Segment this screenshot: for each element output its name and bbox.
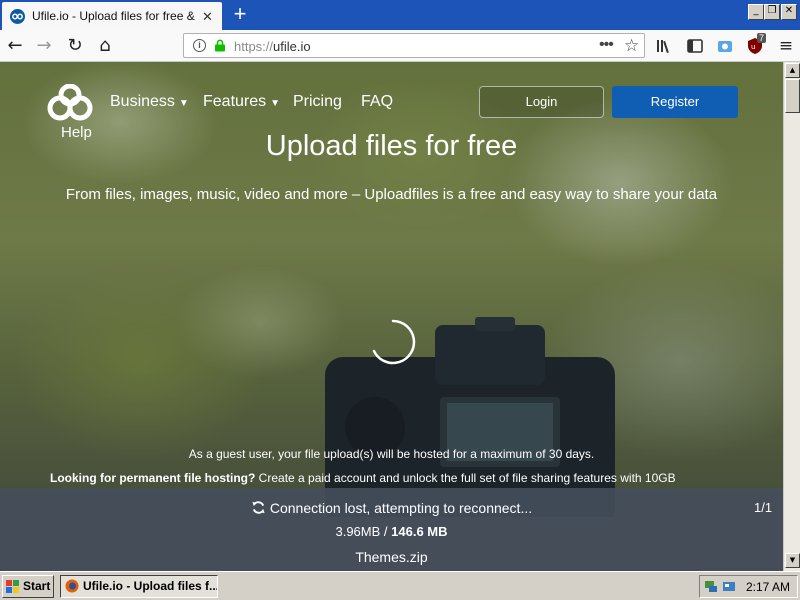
page-viewport: Help Business ▼ Features ▼ Pricing FAQ Log… [0, 62, 783, 571]
total-size: 146.6 MB [391, 524, 448, 539]
system-tray: 2:17 AM [699, 575, 798, 598]
site-info-icon[interactable]: i [193, 39, 206, 52]
scroll-down-button[interactable]: ▼ [785, 553, 800, 568]
permanent-hosting-note: Looking for permanent file hosting? Crea… [50, 471, 783, 485]
start-button[interactable]: Start [2, 575, 54, 598]
page-actions-icon[interactable]: ••• [599, 36, 614, 54]
tab-title: Ufile.io - Upload files for free & sh [32, 9, 197, 23]
library-icon[interactable] [655, 37, 673, 55]
hero-subtitle: From files, images, music, video and mor… [65, 186, 718, 203]
permanent-hosting-text: Create a paid account and unlock the ful… [255, 471, 676, 485]
start-label: Start [23, 579, 51, 593]
close-window-button[interactable]: ✕ [781, 4, 797, 20]
address-bar[interactable]: i https://ufile.io ••• ☆ [183, 33, 645, 58]
hero-title: Upload files for free [265, 130, 518, 162]
scroll-up-button[interactable]: ▲ [785, 63, 800, 78]
network-tray-icon[interactable] [704, 579, 718, 593]
nav-business[interactable]: Business ▼ [110, 93, 189, 111]
security-tray-icon[interactable] [722, 579, 736, 593]
minimize-button[interactable]: _ [748, 4, 764, 20]
refresh-icon [252, 501, 265, 514]
guest-user-note: As a guest user, your file upload(s) wil… [188, 447, 595, 461]
hamburger-menu-icon[interactable]: ≡ [775, 35, 797, 57]
upload-file-count: 1/1 [754, 500, 773, 515]
ufile-logo-icon[interactable] [46, 84, 94, 124]
url-host: ufile.io [273, 39, 311, 54]
navigation-toolbar: ← → ↻ ⌂ i https://ufile.io ••• ☆ u 7 ≡ [0, 30, 800, 62]
back-button[interactable]: ← [4, 35, 26, 57]
register-button[interactable]: Register [612, 86, 738, 118]
browser-tab[interactable]: Ufile.io - Upload files for free & sh ✕ [2, 2, 222, 30]
url-scheme: https:// [234, 39, 274, 54]
browser-tab-strip: Ufile.io - Upload files for free & sh ✕ … [0, 0, 800, 30]
restore-button[interactable]: ❐ [764, 4, 780, 20]
permanent-hosting-heading: Looking for permanent file hosting? [50, 471, 256, 485]
new-tab-button[interactable]: + [230, 2, 250, 26]
upload-progress-panel: Connection lost, attempting to reconnect… [0, 488, 783, 571]
addon-badge: 7 [757, 33, 767, 43]
nav-business-label: Business [110, 93, 175, 110]
taskbar-window-button[interactable]: Ufile.io - Upload files f... [60, 575, 218, 598]
screenshot-icon[interactable] [716, 37, 734, 55]
nav-faq[interactable]: FAQ [361, 93, 393, 111]
nav-features[interactable]: Features ▼ [203, 93, 280, 111]
vertical-scrollbar[interactable]: ▲ ▼ [783, 62, 800, 571]
uploaded-size: 3.96MB [335, 524, 381, 539]
sidebar-icon[interactable] [686, 37, 704, 55]
upload-status: Connection lost, attempting to reconnect… [0, 500, 783, 516]
upload-size: 3.96MB / 146.6 MB [0, 524, 783, 539]
nav-pricing[interactable]: Pricing [293, 93, 342, 111]
home-button[interactable]: ⌂ [94, 35, 116, 57]
address-url[interactable]: https://ufile.io [234, 39, 311, 54]
svg-text:u: u [751, 43, 755, 51]
taskbar: Start Ufile.io - Upload files f... 2:17 … [0, 571, 800, 600]
chevron-down-icon: ▼ [270, 98, 281, 109]
clock: 2:17 AM [746, 580, 791, 594]
login-button[interactable]: Login [479, 86, 604, 118]
size-separator: / [380, 524, 392, 539]
scroll-thumb[interactable] [785, 79, 800, 113]
firefox-icon [65, 579, 79, 593]
lock-icon [215, 39, 225, 52]
bookmark-star-icon[interactable]: ☆ [624, 36, 639, 56]
forward-button[interactable]: → [33, 35, 55, 57]
taskbar-window-label: Ufile.io - Upload files f... [83, 579, 218, 593]
windows-flag-icon [6, 580, 19, 593]
upload-filename: Themes.zip [355, 549, 428, 565]
loading-spinner-icon [372, 319, 416, 365]
reload-button[interactable]: ↻ [64, 35, 86, 57]
upload-status-text: Connection lost, attempting to reconnect… [269, 500, 533, 516]
chevron-down-icon: ▼ [178, 98, 189, 109]
ufile-favicon-icon [10, 9, 25, 24]
nav-features-label: Features [203, 93, 267, 110]
tab-close-icon[interactable]: ✕ [202, 9, 213, 25]
